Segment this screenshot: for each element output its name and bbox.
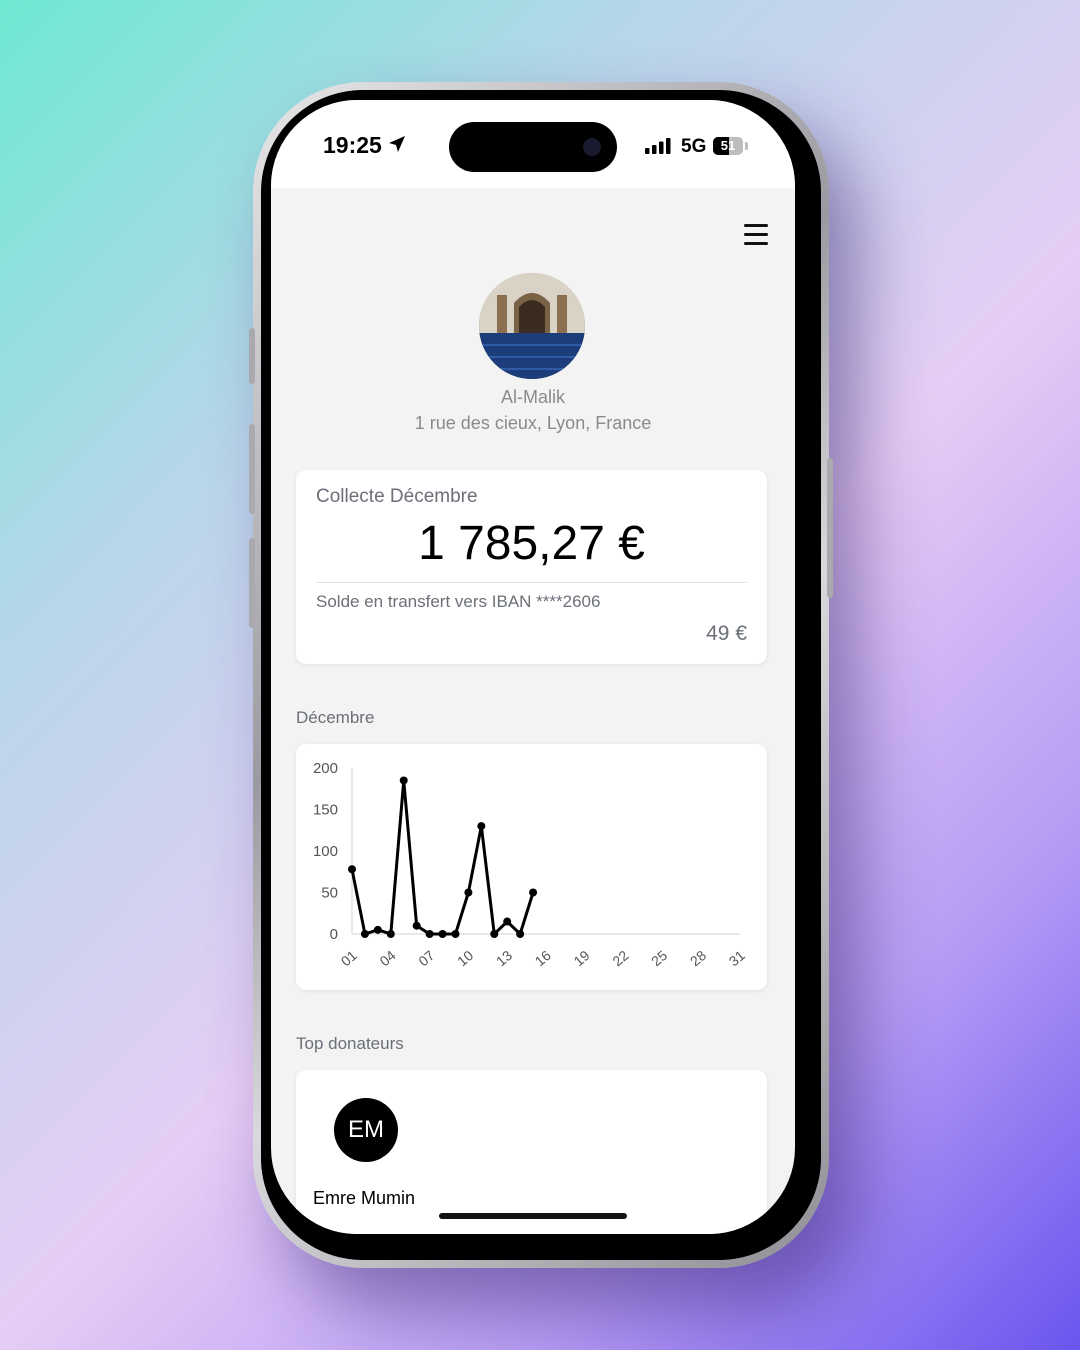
collect-title: Collecte Décembre [316,486,478,507]
data-point [477,822,486,831]
x-tick-label: 04 [376,947,398,969]
chart-section-label: Décembre [296,708,375,727]
signal-icon [645,138,671,154]
transfer-amount: 49 € [706,622,747,645]
chart-card: 0 50 100 150 200 01 04 07 10 13 16 19 22 25 28 31 [296,744,767,990]
data-point [438,930,447,938]
donors-card: EM Emre Mumin [296,1070,767,1234]
phone-frame: 19:25 5G 51 Al-Malik 1 rue des cieux, Ly… [249,82,833,1268]
x-tick-label: 01 [338,947,360,969]
data-point [425,930,434,938]
transfer-label: Solde en transfert vers IBAN ****2606 [316,592,601,611]
battery-icon: 51 [713,137,743,155]
data-point [386,930,395,938]
status-bar: 19:25 5G 51 [271,100,795,188]
app-screen: 19:25 5G 51 Al-Malik 1 rue des cieux, Ly… [271,100,795,1234]
y-tick-label: 50 [321,885,338,902]
menu-icon[interactable] [744,224,768,246]
battery-percent: 51 [720,138,736,153]
data-point [399,776,408,785]
data-point [348,865,356,874]
data-point [490,930,499,938]
y-tick-label: 200 [313,760,338,777]
data-point [373,925,382,934]
volume-down-button [249,538,255,628]
series-line [350,778,535,936]
x-tick-label: 22 [609,947,631,969]
x-tick-label: 10 [454,947,476,969]
power-button [827,458,833,598]
org-address: 1 rue des cieux, Lyon, France [414,413,652,433]
x-tick-label: 07 [415,947,437,969]
data-point [516,930,525,938]
card-divider [316,582,747,583]
data-point [451,930,460,938]
home-indicator[interactable] [439,1213,627,1219]
network-type: 5G [681,136,707,157]
org-name: Al-Malik [500,387,565,407]
y-tick-label: 100 [313,843,338,860]
collect-card: Collecte Décembre 1 785,27 € Solde en tr… [296,470,767,664]
collect-amount: 1 785,27 € [418,517,645,570]
status-time: 19:25 [323,132,382,158]
camera-icon [583,138,601,156]
data-point [464,888,473,897]
donor-avatar[interactable]: EM [334,1098,398,1162]
y-tick-label: 150 [313,802,338,819]
x-tick-label: 28 [687,947,709,969]
donor-name: Emre Mumin [313,1188,416,1208]
data-point [503,917,512,926]
x-tick-label: 31 [726,947,748,969]
data-point [529,888,538,897]
data-point [412,921,421,930]
line-chart: 0 50 100 150 200 01 04 07 10 13 16 19 22 25 28 31 [313,760,748,969]
y-tick-label: 0 [330,926,338,943]
x-tick-label: 25 [648,947,670,969]
battery-tip [745,142,748,150]
mosque-interior-image [479,273,585,379]
x-tick-label: 19 [570,947,592,969]
donors-section-label: Top donateurs [296,1034,404,1053]
org-avatar [479,273,585,379]
action-button [249,328,255,384]
x-tick-label: 16 [532,947,554,969]
dynamic-island [449,122,617,172]
location-arrow-icon [389,136,405,152]
volume-up-button [249,424,255,514]
x-tick-label: 13 [493,947,515,969]
data-point [360,930,369,938]
